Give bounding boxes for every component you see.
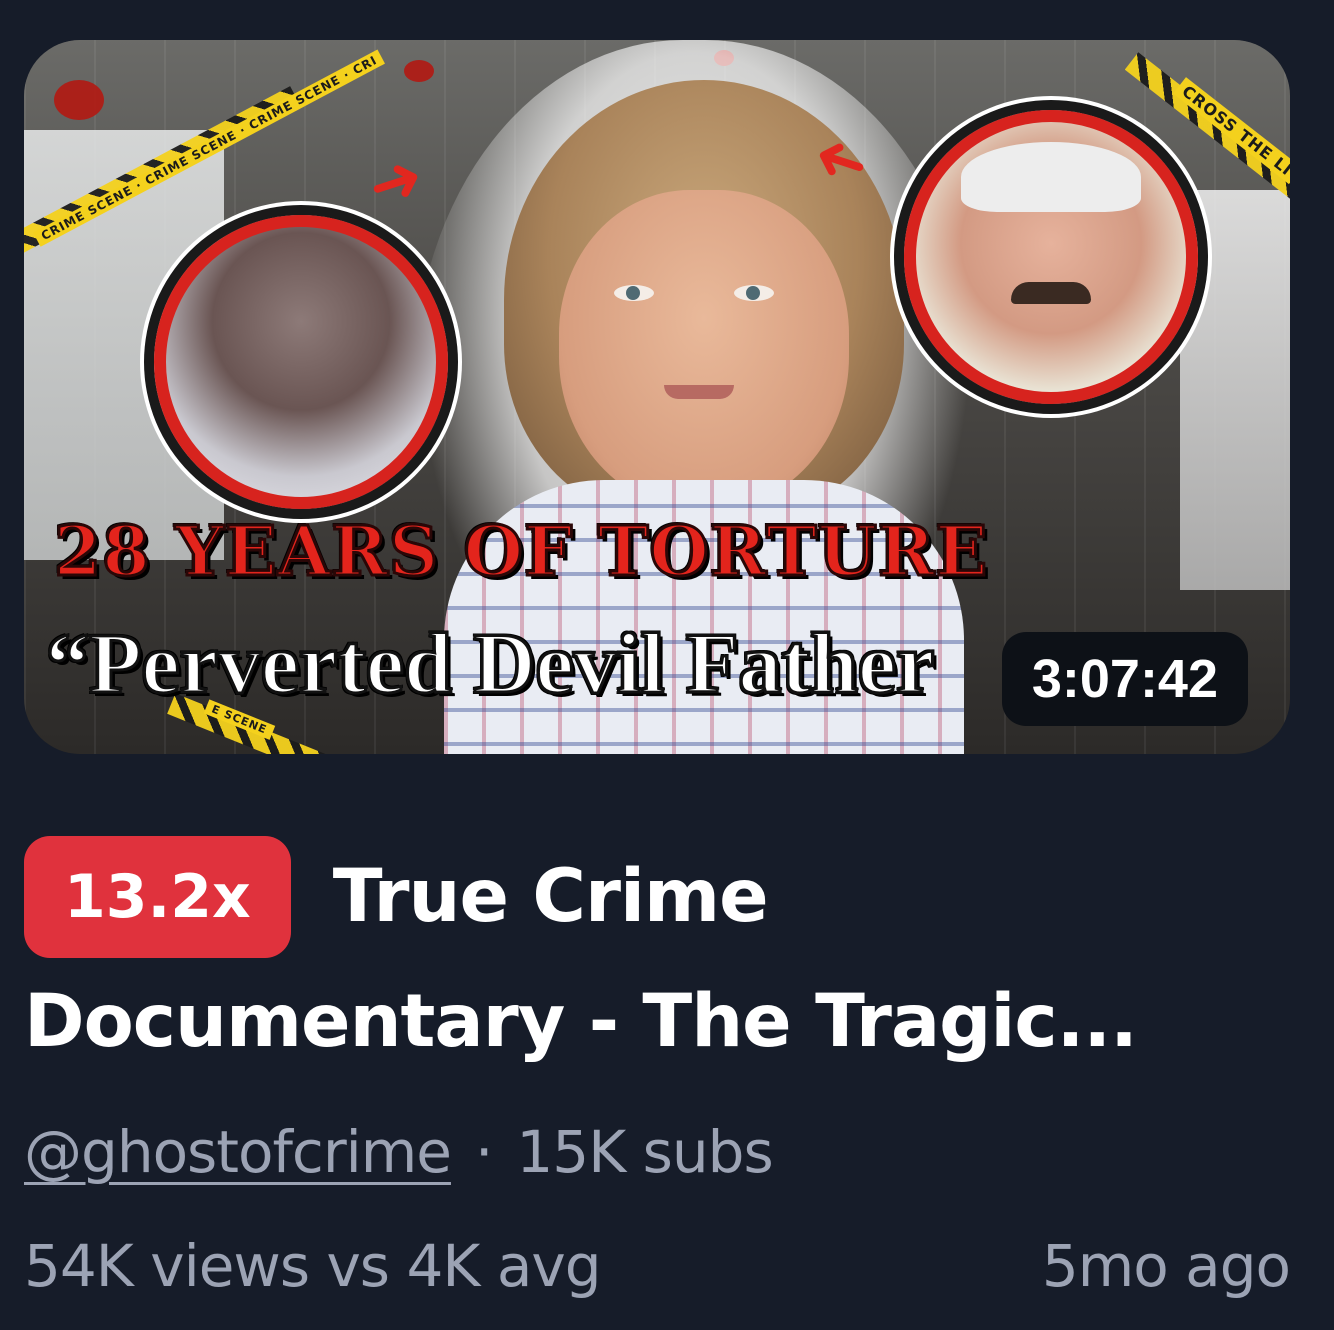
thumbnail-headline-top: 28 YEARS OF TORTURE bbox=[52, 512, 989, 592]
duration-badge: 3:07:42 bbox=[1001, 632, 1248, 726]
views-vs-average: 54K views vs 4K avg bbox=[24, 1232, 602, 1300]
man-hair bbox=[961, 142, 1141, 212]
circled-photo-man bbox=[904, 110, 1198, 404]
upload-age: 5mo ago bbox=[1041, 1232, 1291, 1300]
stats-row: 54K views vs 4K avg 5mo ago bbox=[24, 1226, 1291, 1306]
video-card[interactable]: CRIME SCENE · CRIME SCENE · CRIME SCENE … bbox=[0, 0, 1334, 1330]
circled-photo-child bbox=[154, 215, 448, 509]
subscriber-count: 15K subs bbox=[516, 1118, 773, 1186]
video-title-block[interactable]: 13.2x True Crime Documentary - The Tragic… bbox=[24, 836, 1264, 1072]
channel-link[interactable]: @ghostofcrime bbox=[24, 1118, 452, 1186]
center-person-eye-left bbox=[614, 285, 654, 301]
blood-splatter bbox=[404, 60, 434, 82]
video-title-line2[interactable]: Documentary - The Tragic... bbox=[24, 972, 1264, 1072]
separator-dot: · bbox=[474, 1118, 493, 1186]
blood-splatter bbox=[54, 80, 104, 120]
center-person-face bbox=[559, 190, 849, 510]
video-title-line1[interactable]: True Crime bbox=[333, 836, 769, 958]
center-person-mouth bbox=[664, 385, 734, 399]
thumbnail-headline-bottom: “Perverted Devil Father bbox=[44, 615, 935, 711]
man-mustache bbox=[1011, 282, 1091, 304]
outlier-multiplier-badge: 13.2x bbox=[24, 836, 291, 958]
channel-meta-row: @ghostofcrime · 15K subs bbox=[24, 1112, 774, 1192]
center-person-eye-right bbox=[734, 285, 774, 301]
